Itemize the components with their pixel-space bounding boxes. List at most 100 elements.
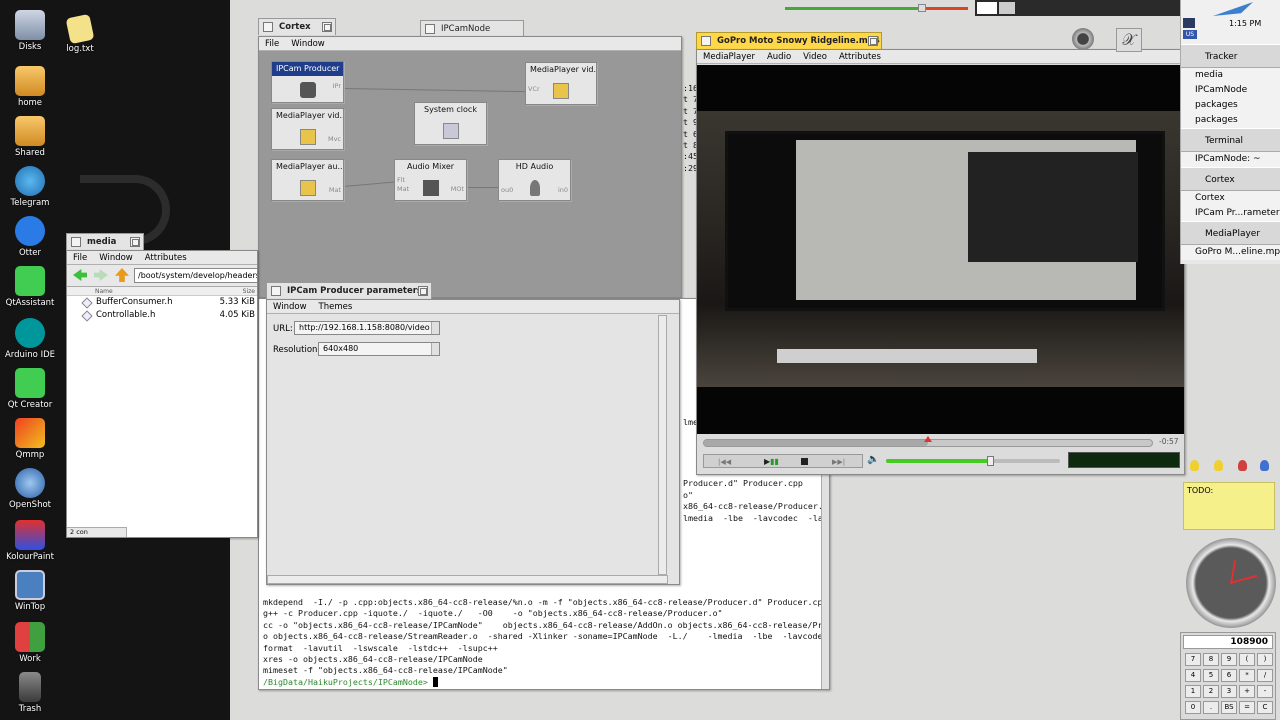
port-output[interactable]: Mvc (328, 135, 341, 143)
deskbar-app-tracker[interactable]: Tracker (1181, 44, 1280, 68)
deskbar-window-item[interactable]: IPCamNode: ~ (1181, 152, 1280, 167)
desktop-icon-work[interactable]: Work (0, 622, 60, 664)
zoom-icon[interactable] (322, 22, 332, 32)
desktop-icon-telegram[interactable]: Telegram (0, 166, 60, 208)
video-view[interactable] (697, 65, 1184, 434)
deskbar-app-cortex[interactable]: Cortex (1181, 167, 1280, 191)
desktop-icon-openshot[interactable]: OpenShot (0, 468, 60, 510)
menu-video[interactable]: Video (797, 52, 833, 62)
close-icon[interactable] (271, 286, 281, 296)
calculator-key[interactable]: . (1203, 701, 1219, 714)
calculator-key[interactable]: 7 (1185, 653, 1201, 666)
menu-attributes[interactable]: Attributes (139, 253, 193, 263)
skip-forward-icon[interactable]: ▶▶| (832, 458, 845, 466)
deskbar-app-mediaplayer[interactable]: MediaPlayer (1181, 221, 1280, 245)
deskbar-window-item[interactable]: GoPro M...eline.mp4 (1181, 245, 1280, 260)
desktop-icon-qt-creator[interactable]: Qt Creator (0, 368, 60, 410)
skip-back-icon[interactable]: |◀◀ (718, 458, 731, 466)
calculator-key[interactable]: 0 (1185, 701, 1201, 714)
bulb-icon[interactable] (1190, 460, 1199, 471)
zoom-icon[interactable] (130, 237, 140, 247)
webcam-icon[interactable] (1072, 28, 1094, 50)
bulb-icon[interactable] (1260, 460, 1269, 471)
menu-file[interactable]: File (259, 39, 285, 49)
zoom-icon[interactable] (868, 36, 878, 46)
forward-arrow-icon[interactable] (94, 269, 108, 281)
menu-audio[interactable]: Audio (761, 52, 797, 62)
close-icon[interactable] (71, 237, 81, 247)
calculator-key[interactable]: = (1239, 701, 1255, 714)
play-pause-icon[interactable]: ▶▮▮ (764, 457, 779, 466)
node-system-clock[interactable]: System clock (414, 102, 487, 145)
desktop-icon-qtassistant[interactable]: QtAssistant (0, 266, 60, 308)
column-name[interactable]: Name (95, 287, 113, 296)
calculator-key[interactable]: ( (1239, 653, 1255, 666)
port-input[interactable]: Flt (397, 176, 405, 184)
node-hd-audio[interactable]: HD Audio ou0 in0 (498, 159, 571, 201)
menu-themes[interactable]: Themes (313, 302, 359, 312)
deskbar-window-item[interactable]: packages (1181, 98, 1280, 113)
port-output[interactable]: Mat (329, 186, 341, 194)
node-mediaplayer-video-producer[interactable]: MediaPlayer vid... Mvc (271, 108, 344, 150)
clock[interactable]: 1:15 PM (1229, 19, 1261, 28)
port-input[interactable]: VCr (528, 85, 540, 93)
calculator-key[interactable]: 4 (1185, 669, 1201, 682)
port-output[interactable]: MOt (451, 185, 464, 193)
leaf-logo-icon[interactable] (1213, 2, 1253, 16)
list-item[interactable]: Controllable.h 4.05 KiB (67, 309, 257, 322)
calculator-key[interactable]: 9 (1221, 653, 1237, 666)
menu-mediaplayer[interactable]: MediaPlayer (697, 52, 761, 62)
zoom-icon[interactable] (418, 286, 428, 296)
deskbar-window-item[interactable]: packages (1181, 113, 1280, 128)
close-icon[interactable] (425, 24, 435, 34)
seek-bar[interactable] (703, 436, 1153, 447)
volume-handle[interactable] (987, 456, 995, 466)
calculator-display[interactable]: 108900 (1183, 635, 1273, 649)
menu-window[interactable]: Window (267, 302, 313, 312)
menu-window[interactable]: Window (285, 39, 331, 49)
calculator-key[interactable]: ) (1257, 653, 1273, 666)
deskbar-app-terminal[interactable]: Terminal (1181, 128, 1280, 152)
workspace-2[interactable] (999, 2, 1015, 14)
calculator-key[interactable]: - (1257, 685, 1273, 698)
url-dropdown[interactable]: http://192.168.1.158:8080/video (294, 321, 440, 335)
deskbar-window-item[interactable]: Cortex (1181, 191, 1280, 206)
calculator-key[interactable]: BS (1221, 701, 1237, 714)
desktop-icon-otter[interactable]: Otter (0, 216, 60, 258)
port-input[interactable]: ou0 (501, 186, 513, 194)
calculator-key[interactable]: 1 (1185, 685, 1201, 698)
port-output[interactable]: IPr (333, 82, 341, 90)
workspace-1[interactable] (977, 2, 997, 14)
cortex-canvas[interactable]: IPCam Producer IPr MediaPlayer vid... VC… (259, 52, 681, 297)
calculator-key[interactable]: C (1257, 701, 1273, 714)
port-output[interactable]: in0 (558, 186, 568, 194)
cortex-window-tab[interactable]: Cortex (258, 18, 336, 35)
node-audio-mixer[interactable]: Audio Mixer Flt Mat MOt (394, 159, 467, 201)
node-mediaplayer-video-consumer[interactable]: MediaPlayer vid... VCr (525, 62, 597, 105)
desktop-icon-log-txt[interactable]: log.txt (50, 13, 110, 54)
monitor-icon[interactable] (1183, 18, 1195, 28)
params-horizontal-scrollbar[interactable] (267, 575, 668, 584)
params-vertical-scrollbar[interactable] (658, 315, 667, 575)
terminal-cursor[interactable] (432, 677, 438, 688)
node-mediaplayer-audio-producer[interactable]: MediaPlayer au... Mat (271, 159, 344, 201)
port-input[interactable]: Mat (397, 185, 409, 193)
deskbar-window-item[interactable]: IPCam Pr...rameters (1181, 206, 1280, 221)
locale-indicator[interactable]: US (1183, 30, 1197, 39)
calculator-key[interactable]: * (1239, 669, 1255, 682)
calculator-key[interactable]: 6 (1221, 669, 1237, 682)
deskbar-window-item[interactable]: IPCamNode (1181, 83, 1280, 98)
calculator-key[interactable]: 3 (1221, 685, 1237, 698)
desktop-icon-home[interactable]: home (0, 66, 60, 108)
ipcamnode-window-tab[interactable]: IPCamNode (420, 20, 524, 37)
bulb-icon[interactable] (1238, 460, 1247, 471)
calculator-key[interactable]: 5 (1203, 669, 1219, 682)
parent-folder-icon[interactable] (115, 268, 129, 282)
cpu-meter-handle[interactable] (918, 4, 926, 12)
player-window-tab[interactable]: GoPro Moto Snowy Ridgeline.mp4 (696, 32, 882, 49)
resolution-dropdown[interactable]: 640x480 (318, 342, 440, 356)
media-window-tab[interactable]: media (66, 233, 144, 250)
bulb-icon[interactable] (1214, 460, 1223, 471)
menu-window[interactable]: Window (93, 253, 139, 263)
sticky-note[interactable]: TODO: (1183, 482, 1275, 530)
